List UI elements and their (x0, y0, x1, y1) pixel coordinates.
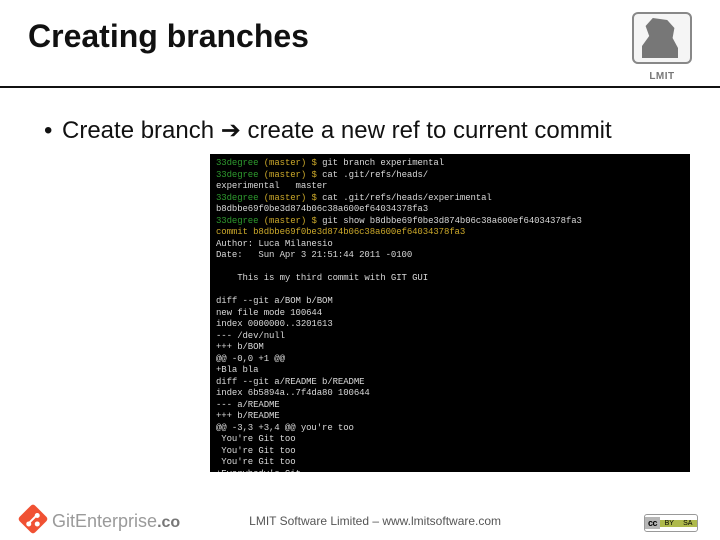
git-icon (17, 503, 48, 534)
footer: GitEnterprise.co LMIT Software Limited –… (0, 508, 720, 532)
title-bar: Creating branches LMIT (0, 0, 720, 88)
lmit-logo-text: LMIT (632, 71, 692, 82)
lmit-logo: LMIT (632, 12, 692, 80)
bullet-text-2: create a new ref to current commit (241, 117, 612, 144)
arrow-icon: ➔ (221, 117, 241, 144)
bullet-text-1: Create branch (62, 117, 221, 144)
terminal-output: 33degree (master) $ git branch experimen… (210, 154, 690, 472)
footer-center-text: LMIT Software Limited – www.lmitsoftware… (249, 514, 501, 528)
git-enterprise-text: GitEnterprise.co (52, 511, 180, 532)
page-title: Creating branches (28, 18, 309, 55)
git-enterprise-logo: GitEnterprise.co (22, 508, 180, 532)
cc-license-badge: cc BY SA (644, 514, 698, 532)
bullet-item: •Create branch ➔ create a new ref to cur… (0, 88, 720, 154)
bullet-marker: • (44, 116, 62, 146)
